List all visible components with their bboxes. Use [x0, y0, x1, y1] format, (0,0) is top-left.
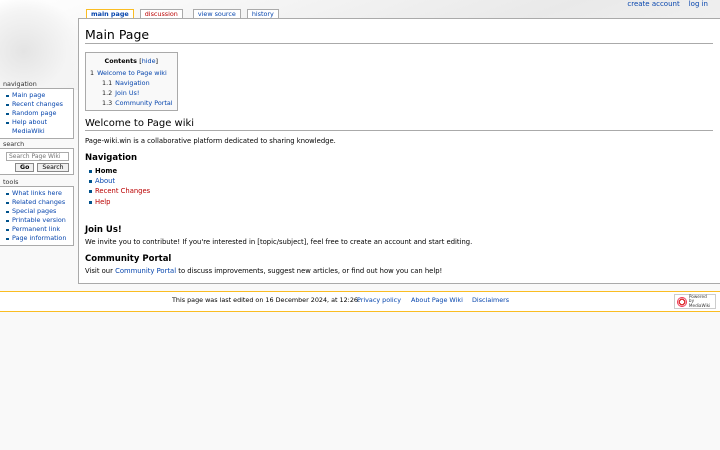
navigation-list: Home About Recent Changes Help [89, 166, 713, 207]
toc-item[interactable]: 1.3 Community Portal [90, 98, 173, 108]
toc-link-navigation[interactable]: Navigation [115, 79, 149, 87]
toc-item[interactable]: 1.2 Join Us! [90, 88, 173, 98]
sidebar-navigation-body: Main page Recent changes Random page Hel… [0, 88, 74, 139]
log-in-link[interactable]: log in [689, 0, 708, 9]
sidebar-item-special-pages[interactable]: Special pages [4, 207, 71, 216]
toc-number: 1.3 [102, 99, 113, 107]
search-button[interactable]: Search [37, 163, 69, 172]
toc-number: 1.2 [102, 89, 113, 97]
sidebar-item-page-information[interactable]: Page information [4, 234, 71, 243]
sidebar-item-printable-version[interactable]: Printable version [4, 216, 71, 225]
sidebar-link[interactable]: Permanent link [12, 225, 60, 233]
sidebar-item-help[interactable]: Help about MediaWiki [4, 118, 71, 136]
sidebar-link[interactable]: Related changes [12, 198, 65, 206]
section-heading-welcome: Welcome to Page wiki [85, 118, 713, 131]
toc-hide-link[interactable]: hide [142, 57, 156, 65]
list-item: Help [89, 197, 713, 207]
sidebar-link[interactable]: Special pages [12, 207, 56, 215]
sidebar-search: search Go Search [0, 141, 74, 175]
welcome-text: Page-wiki.win is a collaborative platfor… [85, 137, 336, 145]
nav-link-help[interactable]: Help [95, 198, 111, 206]
sidebar-item-main-page[interactable]: Main page [4, 91, 71, 100]
powered-by-line1: Powered by [688, 293, 707, 304]
powered-by-line2: MediaWiki [688, 302, 711, 308]
list-item: Home [89, 166, 713, 176]
footer: This page was last edited on 16 December… [0, 291, 720, 312]
sidebar-tools-title: tools [3, 178, 19, 186]
sidebar-navigation: navigation Main page Recent changes Rand… [0, 81, 74, 139]
toc-link-join-us[interactable]: Join Us! [115, 89, 139, 97]
powered-by-mediawiki-badge[interactable]: Powered by MediaWiki [674, 294, 716, 309]
toc-item[interactable]: 1 Welcome to Page wiki [90, 68, 173, 78]
toc-title-label: Contents [104, 57, 137, 65]
sidebar-link[interactable]: What links here [12, 189, 62, 197]
sidebar-item-recent-changes[interactable]: Recent changes [4, 100, 71, 109]
last-edited-info: This page was last edited on 16 December… [172, 296, 360, 304]
sidebar-link[interactable]: Random page [12, 109, 56, 117]
sidebar-item-permanent-link[interactable]: Permanent link [4, 225, 71, 234]
disclaimers-link[interactable]: Disclaimers [472, 296, 509, 304]
sidebar-link[interactable]: Recent changes [12, 100, 63, 108]
powered-by-text: Powered by MediaWiki [688, 293, 713, 309]
community-text-after: to discuss improvements, suggest new art… [178, 266, 443, 275]
nav-item-home: Home [95, 167, 118, 175]
community-portal-link[interactable]: Community Portal [115, 267, 176, 275]
go-button[interactable]: Go [15, 163, 35, 172]
about-link[interactable]: About Page Wiki [411, 296, 463, 304]
privacy-policy-link[interactable]: Privacy policy [357, 296, 401, 304]
personal-tools: create account log in [627, 0, 708, 9]
mediawiki-logo-icon [677, 296, 687, 307]
sidebar-item-related-changes[interactable]: Related changes [4, 198, 71, 207]
section-heading-community-portal: Community Portal [85, 253, 172, 264]
toc-number: 1 [90, 69, 95, 77]
page-title: Main Page [85, 27, 713, 44]
nav-link-recent-changes[interactable]: Recent Changes [95, 187, 150, 195]
sidebar-search-body: Go Search [0, 148, 74, 175]
content-area: Main Page Contents [hide] 1 Welcome to Pa… [78, 18, 720, 284]
list-item: About [89, 176, 713, 186]
list-item: Recent Changes [89, 186, 713, 196]
search-buttons: Go Search [4, 163, 71, 172]
sidebar-item-random-page[interactable]: Random page [4, 109, 71, 118]
sidebar-navigation-title: navigation [3, 80, 37, 88]
toc-title: Contents [hide] [90, 57, 173, 65]
community-text-before: Visit our [85, 266, 113, 275]
toc-number: 1.1 [102, 79, 113, 87]
toc-hide-toggle[interactable]: [hide] [139, 57, 158, 65]
sidebar-link[interactable]: Page information [12, 234, 66, 242]
nav-link-about[interactable]: About [95, 177, 115, 185]
sidebar-search-title: search [3, 140, 25, 148]
sidebar-tools: tools What links here Related changes Sp… [0, 179, 74, 246]
join-text: We invite you to contribute! If you're i… [85, 237, 473, 246]
sidebar-tools-body: What links here Related changes Special … [0, 186, 74, 246]
toc-link-community-portal[interactable]: Community Portal [115, 99, 172, 107]
sidebar-link[interactable]: Help about MediaWiki [12, 118, 47, 135]
search-input[interactable] [6, 152, 69, 161]
create-account-link[interactable]: create account [627, 0, 679, 9]
toc-item[interactable]: 1.1 Navigation [90, 78, 173, 88]
toc-link-welcome[interactable]: Welcome to Page wiki [97, 69, 167, 77]
logo-area [0, 0, 80, 86]
section-heading-join-us: Join Us! [85, 224, 122, 235]
sidebar-link[interactable]: Main page [12, 91, 45, 99]
table-of-contents: Contents [hide] 1 Welcome to Page wiki 1.… [85, 52, 178, 111]
sidebar-item-what-links-here[interactable]: What links here [4, 189, 71, 198]
section-heading-navigation: Navigation [85, 153, 137, 163]
sidebar-link[interactable]: Printable version [12, 216, 66, 224]
community-text: Visit our Community Portal to discuss im… [85, 267, 713, 276]
